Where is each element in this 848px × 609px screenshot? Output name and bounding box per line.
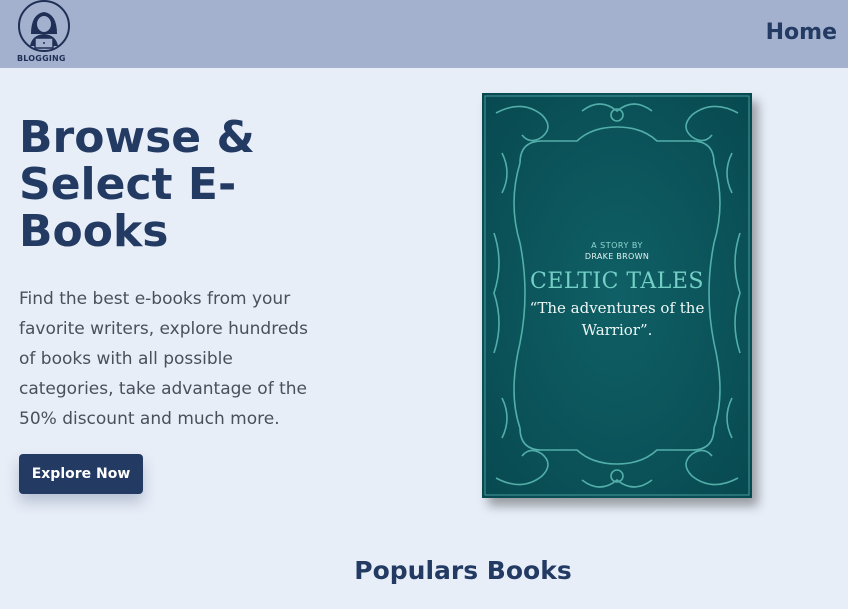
hero-title: Browse & Select E-Books	[19, 112, 255, 257]
hero-description: Find the best e-books from your favorite…	[19, 289, 308, 429]
book-title: CELTIC TALES	[530, 269, 704, 294]
book-subtitle: “The adventures of the Warrior”.	[529, 299, 705, 339]
cover-ornament-frame	[482, 93, 752, 498]
blogger-laptop-icon	[18, 0, 70, 52]
site-header: BLOGGING Home	[0, 0, 848, 68]
book-cover: A STORY BY DRAKE BROWN CELTIC TALES “The…	[482, 93, 752, 498]
book-story-by: A STORY BY	[591, 241, 643, 250]
popular-books-heading: Populars Books	[354, 556, 572, 585]
nav-home-link[interactable]: Home	[766, 20, 837, 45]
logo[interactable]: BLOGGING	[16, 0, 72, 66]
logo-text: BLOGGING	[17, 54, 66, 63]
explore-now-button[interactable]: Explore Now	[19, 454, 143, 494]
book-author: DRAKE BROWN	[584, 252, 650, 261]
